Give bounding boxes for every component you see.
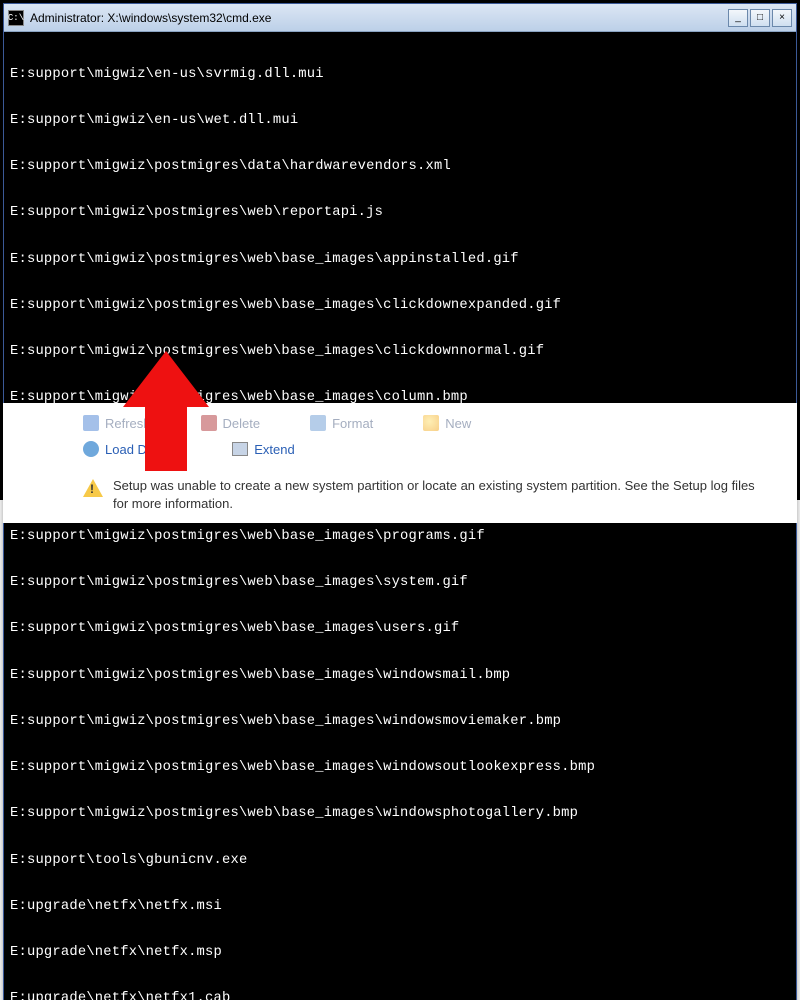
output-line: E:support\tools\gbunicnv.exe (10, 853, 790, 868)
new-option[interactable]: New (423, 415, 471, 431)
warning-text: Setup was unable to create a new system … (113, 477, 757, 513)
new-icon (423, 415, 439, 431)
output-line: E:support\migwiz\postmigres\web\base_ima… (10, 529, 790, 544)
window-controls: _ □ × (728, 9, 792, 27)
output-line: E:support\migwiz\postmigres\web\base_ima… (10, 668, 790, 683)
warning-message: Setup was unable to create a new system … (83, 477, 757, 513)
setup-dialog-area: Refresh Delete Format New Load Driver Ex… (3, 403, 797, 523)
output-line: E:support\migwiz\postmigres\web\base_ima… (10, 575, 790, 590)
format-label: Format (332, 416, 373, 431)
output-line: E:support\migwiz\postmigres\web\base_ima… (10, 806, 790, 821)
delete-icon (201, 415, 217, 431)
output-line: E:support\migwiz\postmigres\web\base_ima… (10, 298, 790, 313)
titlebar[interactable]: C:\ Administrator: X:\windows\system32\c… (4, 4, 796, 32)
warning-icon (83, 479, 103, 497)
format-icon (310, 415, 326, 431)
minimize-button[interactable]: _ (728, 9, 748, 27)
options-row-2: Load Driver Extend (83, 441, 757, 457)
output-line: E:support\migwiz\postmigres\web\base_ima… (10, 621, 790, 636)
output-line: E:support\migwiz\postmigres\web\base_ima… (10, 714, 790, 729)
refresh-option[interactable]: Refresh (83, 415, 151, 431)
refresh-icon (83, 415, 99, 431)
output-line: E:upgrade\netfx\netfx.msp (10, 945, 790, 960)
output-line: E:support\migwiz\postmigres\data\hardwar… (10, 159, 790, 174)
output-line: E:support\migwiz\postmigres\web\base_ima… (10, 760, 790, 775)
window-title: Administrator: X:\windows\system32\cmd.e… (30, 11, 728, 25)
new-label: New (445, 416, 471, 431)
format-option[interactable]: Format (310, 415, 373, 431)
output-line: E:upgrade\netfx\netfx1.cab (10, 991, 790, 1000)
output-line: E:support\migwiz\postmigres\web\base_ima… (10, 344, 790, 359)
output-line: E:support\migwiz\en-us\svrmig.dll.mui (10, 67, 790, 82)
output-line: E:support\migwiz\postmigres\web\reportap… (10, 205, 790, 220)
load-driver-icon (83, 441, 99, 457)
close-button[interactable]: × (772, 9, 792, 27)
output-line: E:support\migwiz\postmigres\web\base_ima… (10, 252, 790, 267)
extend-icon (232, 442, 248, 456)
refresh-label: Refresh (105, 416, 151, 431)
maximize-button[interactable]: □ (750, 9, 770, 27)
options-row-1: Refresh Delete Format New (83, 415, 757, 431)
extend-option[interactable]: Extend (232, 442, 294, 457)
output-line: E:support\migwiz\en-us\wet.dll.mui (10, 113, 790, 128)
output-line: E:upgrade\netfx\netfx.msi (10, 899, 790, 914)
load-driver-label: Load Driver (105, 442, 172, 457)
delete-option[interactable]: Delete (201, 415, 261, 431)
cmd-icon: C:\ (8, 10, 24, 26)
extend-label: Extend (254, 442, 294, 457)
delete-label: Delete (223, 416, 261, 431)
load-driver-option[interactable]: Load Driver (83, 441, 172, 457)
